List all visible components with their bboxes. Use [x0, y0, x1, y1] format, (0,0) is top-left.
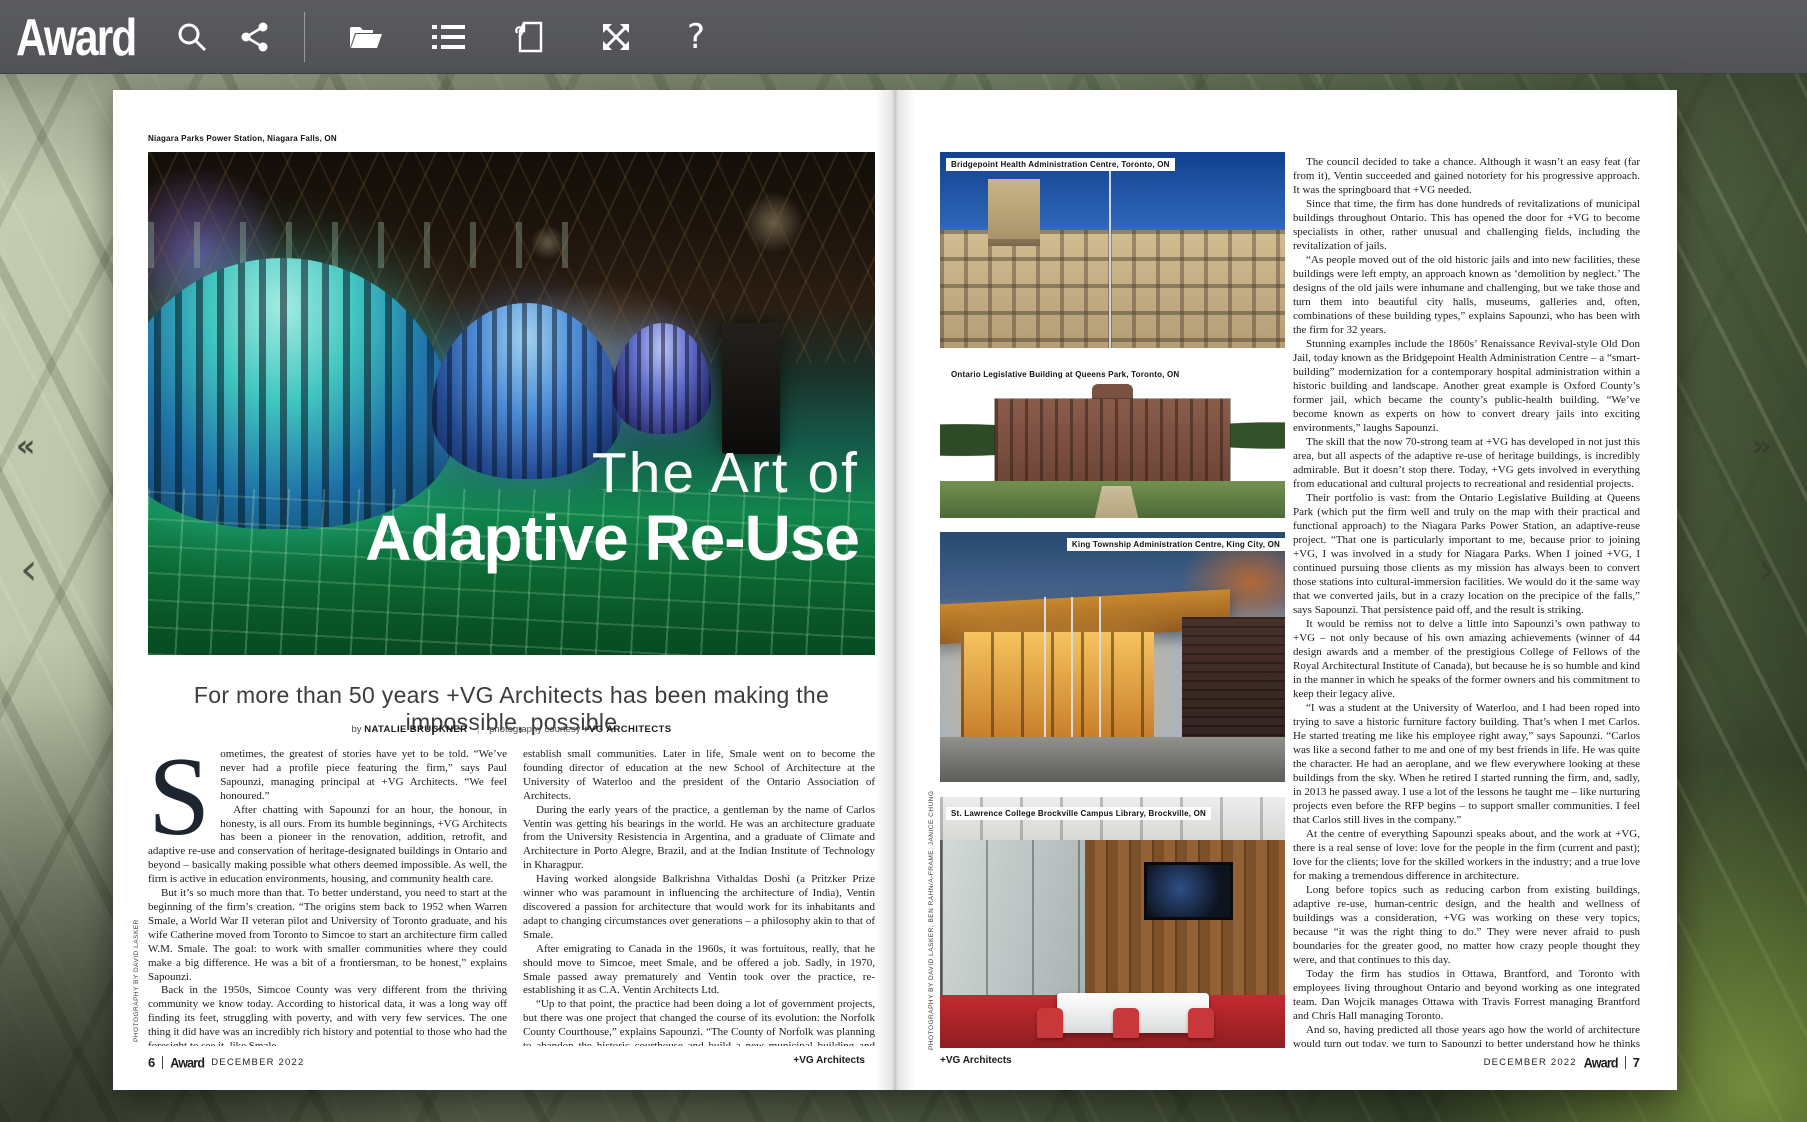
- share-button[interactable]: [234, 17, 274, 57]
- body-column-2: establish small communities. Later in li…: [523, 748, 875, 1046]
- last-page-button[interactable]: »: [1752, 432, 1771, 462]
- magazine-spread: Niagara Parks Power Station, Niagara Fal…: [113, 90, 1677, 1090]
- photo-art: [1181, 617, 1285, 737]
- byline-credit-name: +VG ARCHITECTS: [583, 724, 672, 735]
- left-page-footer-firm: +VG Architects: [113, 1055, 875, 1066]
- next-page-button[interactable]: ›: [1758, 548, 1776, 592]
- photo-caption: St. Lawrence College Brockville Campus L…: [946, 807, 1212, 820]
- photo-art: [940, 737, 1285, 782]
- photo-art: [940, 839, 1085, 996]
- photo-art: [988, 179, 1041, 247]
- byline-credit: photography courtesy: [489, 724, 581, 735]
- viewer-toolbar: Award ?: [0, 0, 1807, 74]
- body-paragraph: At the centre of everything Sapounzi spe…: [1293, 828, 1640, 882]
- open-publication-button[interactable]: [346, 17, 386, 57]
- help-button[interactable]: ?: [676, 17, 716, 57]
- photo-caption: King Township Administration Centre, Kin…: [1066, 538, 1285, 551]
- fullscreen-icon: [603, 24, 629, 50]
- article-byline: by NATALIE BRUCKNER | photography courte…: [148, 724, 875, 735]
- body-paragraph: The skill that the now 70-strong team at…: [1293, 436, 1640, 490]
- list-icon: [432, 25, 465, 49]
- first-page-button[interactable]: «: [16, 432, 35, 462]
- byline-by: by: [351, 724, 362, 735]
- photo-caption: Ontario Legislative Building at Queens P…: [946, 368, 1185, 381]
- share-icon: [241, 22, 268, 52]
- photo-art: [1112, 1007, 1139, 1038]
- body-paragraph: Stunning examples include the 1860s’ Ren…: [1293, 338, 1640, 434]
- body-column-3: The council decided to take a chance. Al…: [1293, 155, 1640, 1047]
- footer-firm-label: +VG Architects: [793, 1055, 865, 1066]
- footer-magazine-logo: Award: [1583, 1054, 1619, 1071]
- photo-art: [1043, 597, 1046, 737]
- hero-windows-art: [148, 222, 570, 268]
- photo-king-township: King Township Administration Centre, Kin…: [940, 532, 1285, 782]
- photo-art: [940, 230, 1285, 348]
- photo-art: [1147, 864, 1230, 918]
- footer-divider: [1624, 1056, 1626, 1069]
- award-logo: Award: [16, 7, 137, 67]
- photo-art: [1071, 597, 1074, 737]
- photo-art: [1098, 597, 1101, 737]
- search-icon: [178, 23, 207, 52]
- photo-bridgepoint: Bridgepoint Health Administration Centre…: [940, 152, 1285, 348]
- hero-photo-caption: Niagara Parks Power Station, Niagara Fal…: [148, 134, 337, 143]
- folder-icon: [350, 27, 382, 48]
- search-button[interactable]: [172, 17, 212, 57]
- download-pdf-button[interactable]: [510, 17, 550, 57]
- body-paragraph: “Up to that point, the practice had been…: [523, 998, 875, 1046]
- body-paragraph: But it’s so much more than that. To bett…: [148, 887, 507, 983]
- article-title-line1: The Art of: [591, 440, 859, 505]
- body-paragraph: It would be remiss not to delve a little…: [1293, 618, 1640, 700]
- photo-st-lawrence-library: St. Lawrence College Brockville Campus L…: [940, 797, 1285, 1048]
- footer-issue-date: DECEMBER 2022: [1483, 1057, 1577, 1068]
- drop-cap: S: [148, 748, 211, 859]
- photo-credit-left-page: PHOTOGRAPHY BY DAVID LASKER: [133, 919, 140, 1042]
- photo-art: [1093, 485, 1139, 518]
- article-title: The Art of Adaptive Re-Use: [365, 440, 860, 574]
- body-paragraph: “I was a student at the University of Wa…: [1293, 702, 1640, 826]
- body-paragraph: Their portfolio is vast: from the Ontari…: [1293, 492, 1640, 616]
- page-number: 7: [1632, 1055, 1640, 1070]
- body-paragraph: And so, having predicted all those years…: [1293, 1024, 1640, 1047]
- body-paragraph: Long before topics such as reducing carb…: [1293, 884, 1640, 966]
- photo-art: [1036, 1007, 1063, 1038]
- body-paragraph: Since that time, the firm has done hundr…: [1293, 198, 1640, 252]
- toc-button[interactable]: [428, 17, 468, 57]
- previous-page-button[interactable]: ‹: [20, 548, 38, 592]
- body-paragraph: During the early years of the practice, …: [523, 803, 875, 872]
- fullscreen-button[interactable]: [596, 17, 636, 57]
- help-icon: ?: [686, 17, 706, 57]
- photo-art: [1188, 1007, 1215, 1038]
- body-column-1: S ometimes, the greatest of stories have…: [148, 748, 507, 1046]
- photo-caption: Bridgepoint Health Administration Centre…: [946, 158, 1175, 171]
- byline-author: NATALIE BRUCKNER: [364, 724, 468, 735]
- hero-machine-art: [722, 323, 781, 454]
- body-paragraph: The council decided to take a chance. Al…: [1293, 156, 1640, 196]
- body-paragraph: Today the firm has studios in Ottawa, Br…: [1293, 968, 1640, 1022]
- pdf-document-icon: [515, 21, 543, 53]
- body-paragraph: Having worked alongside Balkrishna Vitha…: [523, 873, 875, 941]
- body-paragraph: Back in the 1950s, Simcoe County was ver…: [148, 984, 507, 1046]
- byline-separator: |: [476, 724, 480, 735]
- photo-ontario-legislative: Ontario Legislative Building at Queens P…: [940, 362, 1285, 518]
- photo-art: [960, 632, 1154, 737]
- body-paragraph: establish small communities. Later in li…: [523, 748, 875, 802]
- photo-art: [995, 399, 1230, 481]
- toolbar-divider: [304, 12, 305, 62]
- photo-credit-right-page: PHOTOGRAPHY BY DAVID LASKER; BEN RAHN/A-…: [928, 790, 935, 1050]
- page-gutter-shadow: [875, 90, 915, 1090]
- hero-photo-niagara-power-station: The Art of Adaptive Re-Use: [148, 152, 875, 655]
- body-paragraph: After emigrating to Canada in the 1960s,…: [523, 942, 875, 997]
- right-page-footer: DECEMBER 2022 Award 7: [940, 1055, 1640, 1070]
- body-paragraph: “As people moved out of the old historic…: [1293, 254, 1640, 336]
- article-title-line2: Adaptive Re-Use: [365, 501, 860, 574]
- photo-art: [1109, 167, 1112, 348]
